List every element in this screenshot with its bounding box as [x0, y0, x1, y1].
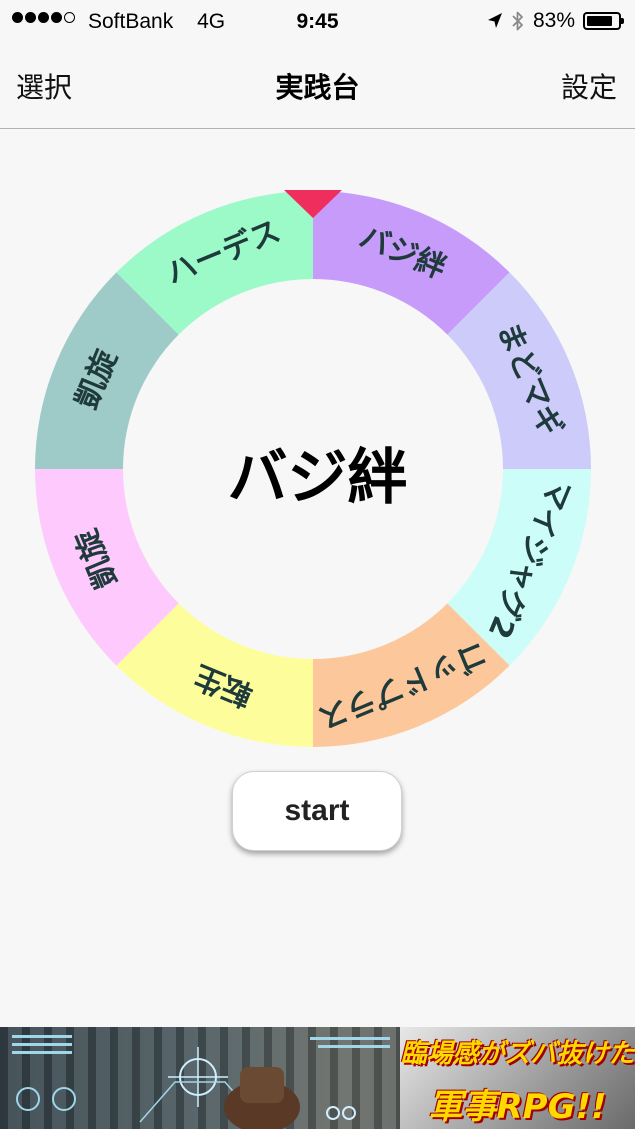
location-arrow-icon [487, 13, 502, 28]
select-button[interactable]: 選択 [16, 66, 72, 106]
start-button[interactable]: start [232, 771, 402, 851]
battery-percentage: 83% [532, 9, 575, 32]
status-right-group: 83% [487, 9, 624, 33]
ad-headline: 臨場感がズバ抜けた [400, 1039, 635, 1069]
navigation-bar: 選択 実践台 設定 [0, 44, 635, 129]
ad-banner[interactable]: 臨場感がズバ抜けた 軍事RPG!! [0, 1027, 635, 1129]
ad-text-panel: 臨場感がズバ抜けた 軍事RPG!! [400, 1027, 635, 1129]
ad-hud-graphic [12, 1035, 390, 1129]
ad-subheadline: 軍事RPG!! [428, 1087, 607, 1127]
battery-icon [583, 12, 624, 30]
page-title: 実践台 [275, 71, 360, 104]
settings-button[interactable]: 設定 [561, 66, 617, 106]
status-bar: SoftBank 4G 9:45 83% [0, 0, 635, 44]
ad-image [0, 1027, 400, 1129]
bluetooth-icon [512, 11, 523, 31]
battery-fill [587, 16, 612, 26]
main-content: バジ絆 まどマギ マイジャグ2 ゴッドプラス 転生 凱旋 凱旋 ハーデス バジ絆 start [0, 129, 635, 1027]
selected-machine: バジ絆 [227, 443, 408, 513]
